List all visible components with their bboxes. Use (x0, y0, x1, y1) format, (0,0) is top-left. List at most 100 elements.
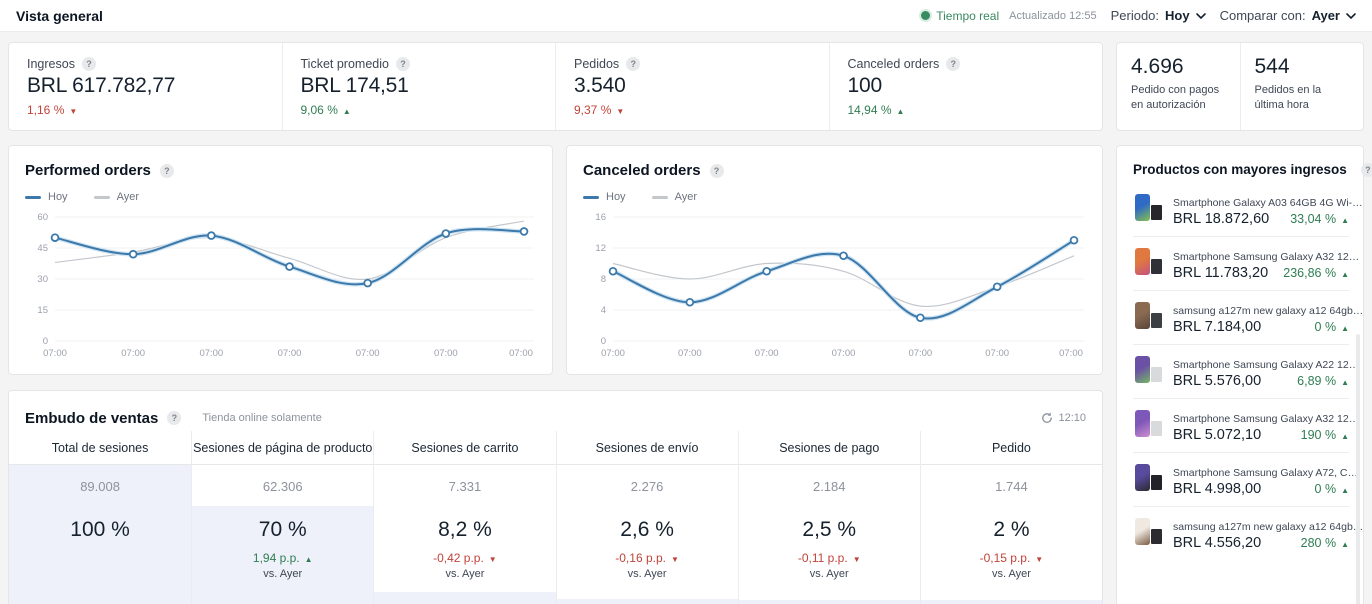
product-delta: 236,86 %▲ (1283, 266, 1349, 280)
trend-arrow-icon: ▲ (1341, 378, 1349, 387)
trend-arrow-icon: ▼ (671, 555, 679, 564)
product-list: Smartphone Galaxy A03 64GB 4G Wi-… BRL 1… (1117, 183, 1363, 560)
product-row[interactable]: Smartphone Samsung Galaxy A32 12… BRL 11… (1133, 236, 1349, 290)
kpi-value: 3.540 (574, 74, 811, 98)
legend-ayer-label: Ayer (117, 191, 139, 203)
kpi-value: 100 (848, 74, 1085, 98)
product-name: Smartphone Samsung Galaxy A22 12… (1173, 359, 1359, 371)
help-icon[interactable]: ? (160, 164, 174, 178)
product-revenue: BRL 11.783,20 (1173, 265, 1268, 281)
product-row[interactable]: samsung a127m new galaxy a12 64gb… BRL 7… (1133, 290, 1349, 344)
funnel-title: Embudo de ventas (25, 410, 158, 427)
funnel-bar (921, 600, 1102, 604)
product-name: samsung a127m new galaxy a12 64gb… (1173, 521, 1363, 533)
product-row[interactable]: Smartphone Samsung Galaxy A32 12… BRL 5.… (1133, 398, 1349, 452)
kpi-ingresos: Ingresos? BRL 617.782,77 1,16 %▼ (9, 43, 282, 130)
kpi-strip: Ingresos? BRL 617.782,77 1,16 %▼ Ticket … (8, 42, 1103, 131)
product-row[interactable]: Smartphone Samsung Galaxy A22 12… BRL 5.… (1133, 344, 1349, 398)
funnel-percentage: 2,5 % (739, 518, 920, 542)
trend-arrow-icon: ▼ (69, 107, 77, 116)
product-revenue: BRL 18.872,60 (1173, 211, 1269, 227)
funnel-percentage: 8,2 % (374, 518, 555, 542)
refresh-control[interactable]: 12:10 (1041, 412, 1086, 424)
period-selector[interactable]: Periodo: Hoy (1111, 8, 1206, 23)
kpi-label: Ticket promedio (301, 57, 389, 71)
compare-value: Ayer (1312, 8, 1340, 23)
help-icon[interactable]: ? (626, 57, 640, 71)
help-icon[interactable]: ? (167, 411, 181, 425)
page-title: Vista general (16, 8, 103, 24)
svg-text:07:00: 07:00 (121, 348, 145, 359)
help-icon[interactable]: ? (1361, 163, 1372, 177)
help-icon[interactable]: ? (710, 164, 724, 178)
product-row[interactable]: Smartphone Samsung Galaxy A72, C… BRL 4.… (1133, 452, 1349, 506)
realtime-indicator: Tiempo real (921, 9, 999, 23)
svg-text:07:00: 07:00 (278, 348, 302, 359)
kpi-value: BRL 617.782,77 (27, 74, 264, 98)
funnel-step-carrito: Sesiones de carrito 7.331 8,2 % -0,42 p.… (373, 431, 555, 604)
svg-text:07:00: 07:00 (985, 348, 1009, 359)
funnel-delta: -0,16 p.p.▼ (557, 551, 738, 565)
product-thumbnail (1133, 301, 1163, 331)
product-revenue: BRL 5.072,10 (1173, 427, 1261, 443)
product-revenue: BRL 5.576,00 (1173, 373, 1261, 389)
product-thumbnail (1133, 463, 1163, 493)
funnel-step-pagina-producto: Sesiones de página de producto 62.306 70… (191, 431, 373, 604)
kpi-delta: 1,16 %▼ (27, 103, 264, 117)
product-delta: 6,89 %▲ (1297, 374, 1349, 388)
svg-text:30: 30 (37, 274, 48, 285)
trend-arrow-icon: ▲ (1341, 270, 1349, 279)
svg-text:07:00: 07:00 (678, 348, 702, 359)
product-name: Smartphone Samsung Galaxy A72, C… (1173, 467, 1358, 479)
product-row[interactable]: samsung a127m new galaxy a12 64gb… BRL 4… (1133, 506, 1349, 560)
kpi-delta: 9,06 %▲ (301, 103, 538, 117)
kpi-label: Canceled orders (848, 57, 940, 71)
funnel-bar (739, 600, 920, 604)
funnel-delta: -0,11 p.p.▼ (739, 551, 920, 565)
product-delta: 190 %▲ (1301, 428, 1349, 442)
funnel-vs-label: vs. Ayer (739, 568, 920, 580)
stat-label: Pedidos en la última hora (1255, 83, 1350, 113)
product-row[interactable]: Smartphone Galaxy A03 64GB 4G Wi-… BRL 1… (1133, 183, 1349, 236)
funnel-vs-label: vs. Ayer (921, 568, 1102, 580)
product-delta: 280 %▲ (1301, 536, 1349, 550)
panel-scrollbar[interactable] (1356, 334, 1360, 604)
funnel-subtitle: Tienda online solamente (202, 412, 321, 424)
trend-arrow-icon: ▼ (1035, 555, 1043, 564)
trend-arrow-icon: ▲ (1341, 432, 1349, 441)
funnel-count: 2.276 (557, 479, 738, 494)
funnel-step-label: Sesiones de carrito (374, 431, 555, 465)
trend-arrow-icon: ▲ (1341, 540, 1349, 549)
product-name: Smartphone Galaxy A03 64GB 4G Wi-… (1173, 197, 1363, 209)
performed-orders-card: Performed orders ? Hoy Ayer 60453015007:… (8, 145, 553, 375)
trend-arrow-icon: ▲ (305, 555, 313, 564)
help-icon[interactable]: ? (396, 57, 410, 71)
funnel-step-label: Sesiones de página de producto (192, 431, 373, 465)
svg-text:8: 8 (601, 274, 606, 285)
help-icon[interactable]: ? (946, 57, 960, 71)
svg-text:07:00: 07:00 (434, 348, 458, 359)
canceled-orders-chart: 161284007:0007:0007:0007:0007:0007:0007:… (583, 211, 1086, 363)
product-delta: 33,04 %▲ (1290, 212, 1349, 226)
legend-hoy-swatch (583, 196, 599, 199)
trend-arrow-icon: ▲ (1341, 216, 1349, 225)
product-thumbnail (1133, 193, 1163, 223)
trend-arrow-icon: ▲ (1341, 486, 1349, 495)
funnel-vs-label: vs. Ayer (374, 568, 555, 580)
products-panel-title: Productos con mayores ingresos (1133, 162, 1347, 177)
svg-text:4: 4 (601, 305, 606, 316)
funnel-step-label: Sesiones de pago (739, 431, 920, 465)
product-thumbnail (1133, 409, 1163, 439)
svg-text:07:00: 07:00 (755, 348, 779, 359)
legend-hoy-label: Hoy (606, 191, 626, 203)
trend-arrow-icon: ▲ (343, 107, 351, 116)
kpi-label: Pedidos (574, 57, 619, 71)
funnel-vs-label: vs. Ayer (192, 568, 373, 580)
compare-selector[interactable]: Comparar con: Ayer (1220, 8, 1356, 23)
help-icon[interactable]: ? (82, 57, 96, 71)
chevron-down-icon (1196, 13, 1206, 19)
stat-ultima-hora: 544 Pedidos en la última hora (1240, 43, 1364, 130)
funnel-delta: 1,94 p.p.▲ (192, 551, 373, 565)
product-name: Smartphone Samsung Galaxy A32 12… (1173, 251, 1359, 263)
legend-ayer-swatch (652, 196, 668, 199)
